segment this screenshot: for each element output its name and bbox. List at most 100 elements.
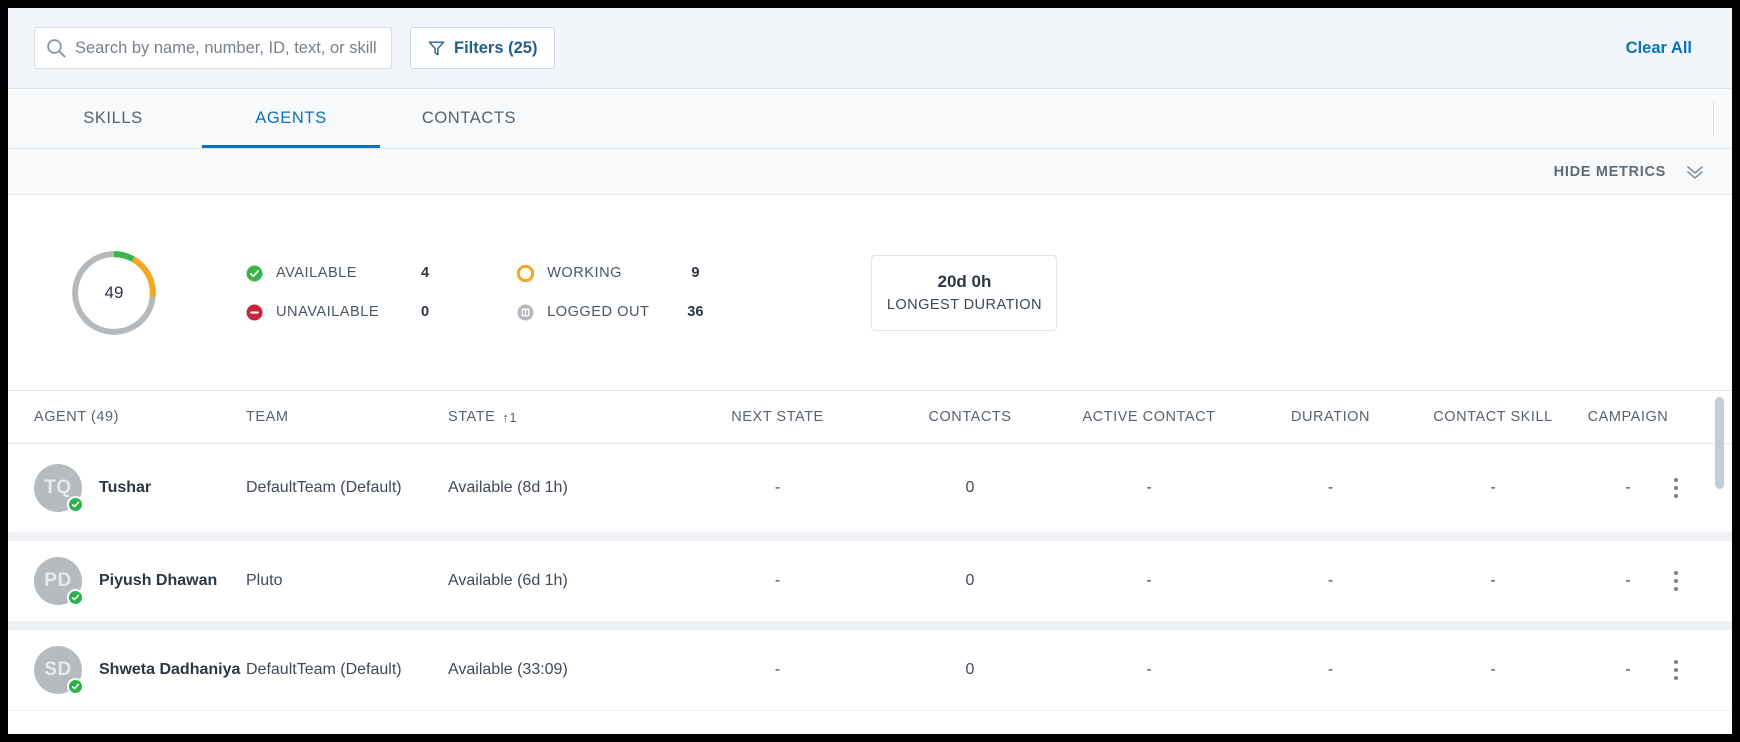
cell-next-state: -: [774, 479, 781, 496]
cell-duration: -: [1327, 661, 1334, 678]
presence-available-icon: [67, 496, 84, 513]
cell-active-contact: -: [1146, 661, 1152, 678]
tab-bar: SKILLS AGENTS CONTACTS: [8, 89, 1732, 149]
agent-name: Tushar: [99, 479, 152, 496]
longest-duration-card: 20d 0h LONGEST DURATION: [871, 254, 1058, 331]
app-window: Filters (25) Clear All SKILLS AGENTS CON…: [8, 8, 1732, 734]
chevron-double-down-icon[interactable]: [1684, 164, 1706, 180]
scrollbar-thumb[interactable]: [1715, 397, 1724, 489]
tab-agents[interactable]: AGENTS: [202, 89, 380, 148]
clear-all-button[interactable]: Clear All: [1626, 39, 1714, 58]
cell-duration: -: [1327, 479, 1334, 496]
column-header-contact-skill[interactable]: CONTACT SKILL: [1418, 409, 1568, 425]
sort-indicator-state: ↑1: [502, 409, 518, 425]
cell-contacts: 0: [965, 572, 975, 589]
longest-duration-value: 20d 0h: [937, 272, 992, 291]
column-label-next-state: NEXT STATE: [731, 409, 824, 425]
tab-bar-divider: [1713, 101, 1714, 136]
tab-contacts[interactable]: CONTACTS: [380, 89, 558, 148]
cell-team: DefaultTeam (Default): [246, 661, 402, 678]
legend-label-unavailable: UNAVAILABLE: [276, 304, 380, 320]
cell-team: Pluto: [246, 572, 283, 589]
cell-next-state: -: [774, 661, 781, 678]
cell-contacts: 0: [965, 479, 975, 496]
cell-state: Available (6d 1h): [448, 572, 568, 589]
cell-duration: -: [1327, 572, 1334, 589]
row-actions-menu-icon[interactable]: [1670, 656, 1682, 684]
metrics-legend: AVAILABLE 4 WORKING 9 UNAVAILABLE 0 LOGG…: [246, 264, 741, 321]
minus-circle-icon: [246, 304, 263, 321]
legend-value-unavailable: 0: [421, 304, 430, 320]
cell-contacts: 0: [965, 661, 975, 678]
cell-state: Available (33:09): [448, 661, 568, 678]
donut-center-label: 49: [104, 282, 124, 302]
table-row[interactable]: SD Shweta Dadhaniya DefaultTeam (Default…: [8, 622, 1732, 711]
filters-button-label: Filters (25): [454, 38, 538, 57]
search-input[interactable]: [75, 38, 381, 58]
column-label-active-contact: ACTIVE CONTACT: [1082, 409, 1216, 425]
search-field[interactable]: [34, 27, 392, 69]
column-label-contacts: CONTACTS: [928, 409, 1012, 425]
column-header-next-state[interactable]: NEXT STATE: [670, 409, 885, 425]
cell-active-contact: -: [1146, 572, 1152, 589]
presence-available-icon: [67, 678, 84, 695]
legend-item-available: AVAILABLE: [246, 265, 379, 282]
table-row[interactable]: PD Piyush Dhawan Pluto Available (6d 1h)…: [8, 533, 1732, 622]
cell-active-contact: -: [1146, 479, 1152, 496]
column-header-state[interactable]: STATE ↑1: [448, 409, 670, 425]
tab-contacts-label: CONTACTS: [421, 109, 517, 127]
cell-team: DefaultTeam (Default): [246, 479, 402, 496]
longest-duration-label: LONGEST DURATION: [886, 297, 1042, 313]
metrics-toolbar: HIDE METRICS: [8, 149, 1732, 195]
tab-skills-label: SKILLS: [83, 109, 143, 127]
filters-button[interactable]: Filters (25): [410, 27, 556, 69]
cell-agent: SD Shweta Dadhaniya: [34, 646, 246, 695]
circle-ring-icon: [516, 264, 535, 282]
avatar-initials: PD: [44, 570, 72, 591]
column-label-team: TEAM: [246, 409, 289, 425]
cell-agent: PD Piyush Dhawan: [34, 557, 246, 606]
column-header-active-contact[interactable]: ACTIVE CONTACT: [1055, 409, 1243, 425]
agent-name: Shweta Dadhaniya: [99, 661, 241, 678]
table-vertical-scrollbar[interactable]: [1715, 391, 1724, 711]
table-row[interactable]: TQ Tushar DefaultTeam (Default) Availabl…: [8, 444, 1732, 533]
agent-name: Piyush Dhawan: [99, 572, 218, 589]
cell-contact-skill: -: [1490, 479, 1496, 496]
cell-agent: TQ Tushar: [34, 464, 246, 513]
column-label-campaign: CAMPAIGN: [1587, 409, 1669, 425]
column-header-contacts[interactable]: CONTACTS: [885, 409, 1055, 425]
check-circle-icon: [246, 265, 263, 282]
legend-item-unavailable: UNAVAILABLE: [246, 304, 379, 321]
tab-agents-label: AGENTS: [255, 109, 327, 127]
table-header-row: AGENT (49) TEAM STATE ↑1 NEXT STATE CONT…: [8, 391, 1732, 444]
column-header-duration[interactable]: DURATION: [1243, 409, 1418, 425]
column-header-agent[interactable]: AGENT (49): [34, 409, 246, 425]
metrics-panel: 49 AVAILABLE 4 WORKING 9 UNAVAILABLE 0 L…: [8, 195, 1732, 391]
column-header-team[interactable]: TEAM: [246, 409, 448, 425]
column-label-state: STATE: [448, 409, 496, 425]
agents-table: AGENT (49) TEAM STATE ↑1 NEXT STATE CONT…: [8, 391, 1732, 711]
column-header-campaign[interactable]: CAMPAIGN: [1568, 409, 1688, 425]
avatar: SD: [34, 646, 84, 695]
logout-circle-icon: [517, 304, 534, 321]
cell-state: Available (8d 1h): [448, 479, 568, 496]
avatar: TQ: [34, 464, 84, 513]
search-toolbar: Filters (25) Clear All: [8, 8, 1732, 89]
legend-item-logged-out: LOGGED OUT: [517, 304, 649, 321]
presence-available-icon: [67, 589, 84, 606]
agent-state-donut-chart: 49: [66, 245, 162, 341]
legend-label-logged-out: LOGGED OUT: [547, 304, 650, 320]
column-label-agent: AGENT (49): [34, 409, 120, 425]
avatar: PD: [34, 557, 84, 606]
row-actions-menu-icon[interactable]: [1670, 567, 1682, 595]
legend-label-available: AVAILABLE: [276, 265, 358, 281]
legend-value-logged-out: 36: [687, 304, 704, 320]
hide-metrics-button[interactable]: HIDE METRICS: [1554, 164, 1666, 180]
row-actions-menu-icon[interactable]: [1670, 474, 1682, 502]
legend-value-available: 4: [421, 265, 430, 281]
search-icon: [45, 37, 67, 59]
legend-label-working: WORKING: [547, 265, 622, 281]
cell-contact-skill: -: [1490, 572, 1496, 589]
funnel-icon: [428, 40, 445, 57]
tab-skills[interactable]: SKILLS: [24, 89, 202, 148]
